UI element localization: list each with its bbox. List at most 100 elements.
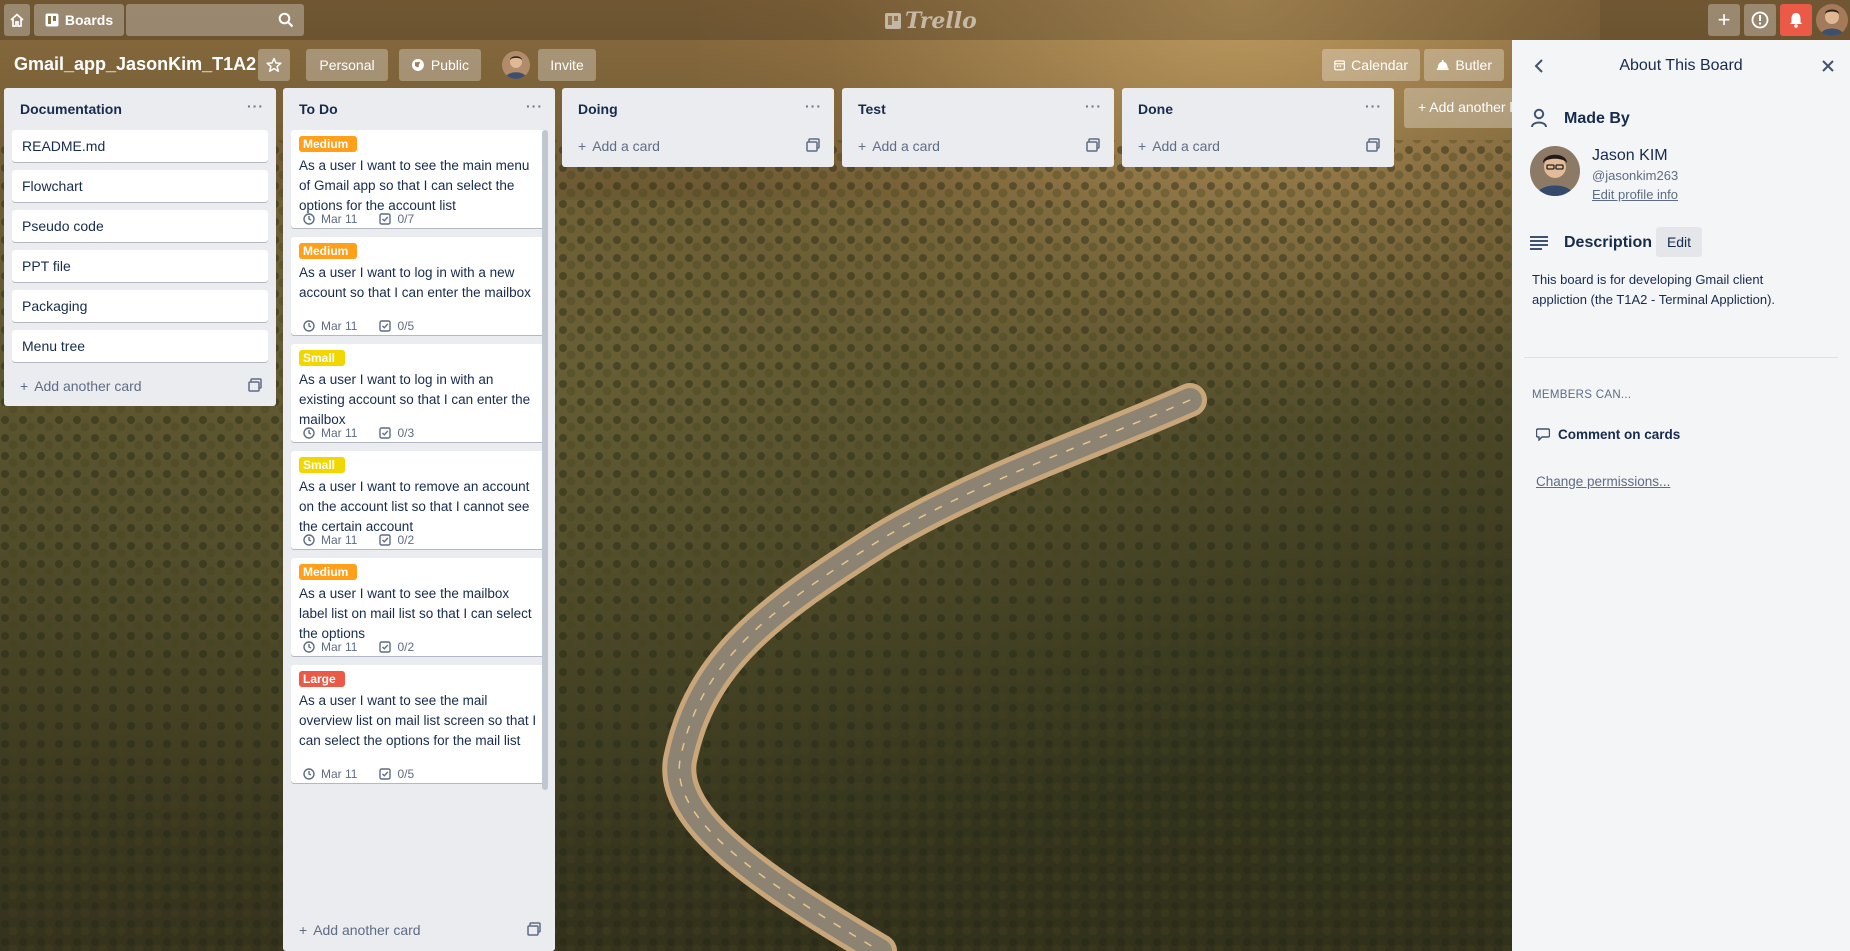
search-icon[interactable] xyxy=(278,12,294,28)
clock-icon xyxy=(303,320,315,332)
card-badges: Mar 11 0/7 xyxy=(303,212,414,226)
due-date-badge[interactable]: Mar 11 xyxy=(303,319,357,333)
card-title: PPT file xyxy=(22,258,71,274)
card-label[interactable]: Large xyxy=(299,671,345,687)
team-visibility-button[interactable]: Personal xyxy=(306,49,388,81)
member-avatar[interactable] xyxy=(502,51,530,79)
card-label[interactable]: Medium xyxy=(299,136,357,152)
add-card-button[interactable]: + Add a card xyxy=(578,138,660,154)
boards-icon xyxy=(45,13,59,27)
visibility-button[interactable]: Public xyxy=(399,49,481,81)
story-card[interactable]: Small As a user I want to log in with an … xyxy=(291,344,547,442)
story-card[interactable]: Large As a user I want to see the mail ov… xyxy=(291,665,547,783)
list-title[interactable]: Documentation xyxy=(20,101,122,117)
card-label[interactable]: Small xyxy=(299,457,345,473)
calendar-label: Calendar xyxy=(1351,57,1408,73)
card-text: As a user I want to see the mailbox labe… xyxy=(299,586,532,641)
trello-logo[interactable]: Trello xyxy=(885,8,977,34)
change-permissions-link[interactable]: Change permissions... xyxy=(1536,474,1670,489)
due-date-badge[interactable]: Mar 11 xyxy=(303,767,357,781)
board-title[interactable]: Gmail_app_JasonKim_T1A2 xyxy=(14,54,256,75)
card[interactable]: Menu tree xyxy=(12,330,268,362)
story-card[interactable]: Medium As a user I want to log in with a … xyxy=(291,237,547,335)
home-icon xyxy=(10,13,24,27)
story-card[interactable]: Medium As a user I want to see the mailbo… xyxy=(291,558,547,656)
edit-profile-link[interactable]: Edit profile info xyxy=(1592,187,1678,202)
home-button[interactable] xyxy=(4,4,30,36)
story-card[interactable]: Small As a user I want to remove an accou… xyxy=(291,451,547,549)
permission-label: Comment on cards xyxy=(1558,427,1681,442)
list-menu-icon[interactable]: ··· xyxy=(805,98,822,114)
list-header: To Do ··· xyxy=(283,88,555,128)
panel-title: About This Board xyxy=(1619,57,1743,74)
star-board-button[interactable] xyxy=(258,49,290,81)
globe-icon xyxy=(411,59,424,71)
add-card-button[interactable]: + Add another card xyxy=(20,378,142,394)
card-title: Flowchart xyxy=(22,178,83,194)
back-arrow-icon[interactable] xyxy=(1532,58,1548,74)
boards-button[interactable]: Boards xyxy=(34,4,124,36)
boards-label: Boards xyxy=(64,12,114,28)
card-label[interactable]: Medium xyxy=(299,243,357,259)
list-menu-icon[interactable]: ··· xyxy=(1365,98,1382,114)
card-text: As a user I want to see the main menu of… xyxy=(299,158,530,213)
card-label[interactable]: Medium xyxy=(299,564,357,580)
checklist-badge: 0/7 xyxy=(379,212,414,226)
butler-button[interactable]: Butler xyxy=(1424,49,1504,81)
list-title[interactable]: Doing xyxy=(578,101,618,117)
add-card-button[interactable]: + Add a card xyxy=(1138,138,1220,154)
list-title[interactable]: Test xyxy=(858,101,886,117)
list-scrollbar[interactable] xyxy=(542,130,548,790)
members-can-heading: MEMBERS CAN... xyxy=(1532,389,1632,401)
description-icon xyxy=(1530,236,1548,250)
creator-username: @jasonkim263 xyxy=(1592,168,1679,183)
card[interactable]: README.md xyxy=(12,130,268,162)
card-title: README.md xyxy=(22,138,106,154)
calendar-button[interactable]: Calendar xyxy=(1322,49,1420,81)
list-title[interactable]: Done xyxy=(1138,101,1173,117)
creator-avatar[interactable] xyxy=(1530,146,1580,196)
card-template-icon[interactable] xyxy=(1366,138,1380,152)
list-documentation: Documentation ··· README.md Flowchart Ps… xyxy=(4,88,276,406)
due-date-badge[interactable]: Mar 11 xyxy=(303,533,357,547)
close-icon[interactable] xyxy=(1820,58,1836,74)
list-menu-icon[interactable]: ··· xyxy=(526,98,543,114)
card-template-icon[interactable] xyxy=(806,138,820,152)
list-title[interactable]: To Do xyxy=(299,101,338,117)
notifications-button[interactable] xyxy=(1780,4,1812,36)
info-button[interactable] xyxy=(1744,4,1776,36)
card-label[interactable]: Small xyxy=(299,350,345,366)
due-date-badge[interactable]: Mar 11 xyxy=(303,426,357,440)
checklist-count: 0/3 xyxy=(397,426,415,440)
clock-icon xyxy=(303,534,315,546)
add-list-button[interactable]: + Add another list xyxy=(1404,88,1514,128)
clock-icon xyxy=(303,768,315,780)
due-date: Mar 11 xyxy=(321,212,358,226)
card[interactable]: Flowchart xyxy=(12,170,268,202)
description-line: This board is for developing Gmail clien… xyxy=(1532,272,1764,287)
card[interactable]: Pseudo code xyxy=(12,210,268,242)
list-menu-icon[interactable]: ··· xyxy=(1085,98,1102,114)
card-template-icon[interactable] xyxy=(527,922,541,936)
create-button[interactable]: + xyxy=(1708,4,1740,36)
card-badges: Mar 11 0/2 xyxy=(303,640,414,654)
card[interactable]: Packaging xyxy=(12,290,268,322)
list-menu-icon[interactable]: ··· xyxy=(247,98,264,114)
invite-button[interactable]: Invite xyxy=(538,49,596,81)
checklist-icon xyxy=(379,213,392,225)
permission-item: Comment on cards xyxy=(1536,427,1680,442)
due-date-badge[interactable]: Mar 11 xyxy=(303,212,357,226)
card-template-icon[interactable] xyxy=(1086,138,1100,152)
card[interactable]: PPT file xyxy=(12,250,268,282)
card-template-icon[interactable] xyxy=(248,378,262,392)
user-avatar[interactable] xyxy=(1816,4,1848,36)
visibility-label: Public xyxy=(430,57,469,73)
board-description[interactable]: This board is for developing Gmail clien… xyxy=(1532,270,1832,310)
card-title: Pseudo code xyxy=(22,218,104,234)
due-date-badge[interactable]: Mar 11 xyxy=(303,640,357,654)
add-card-button[interactable]: + Add another card xyxy=(299,922,421,938)
clock-icon xyxy=(303,641,315,653)
edit-description-button[interactable]: Edit xyxy=(1656,227,1702,257)
add-card-button[interactable]: + Add a card xyxy=(858,138,940,154)
story-card[interactable]: Medium As a user I want to see the main m… xyxy=(291,130,547,228)
